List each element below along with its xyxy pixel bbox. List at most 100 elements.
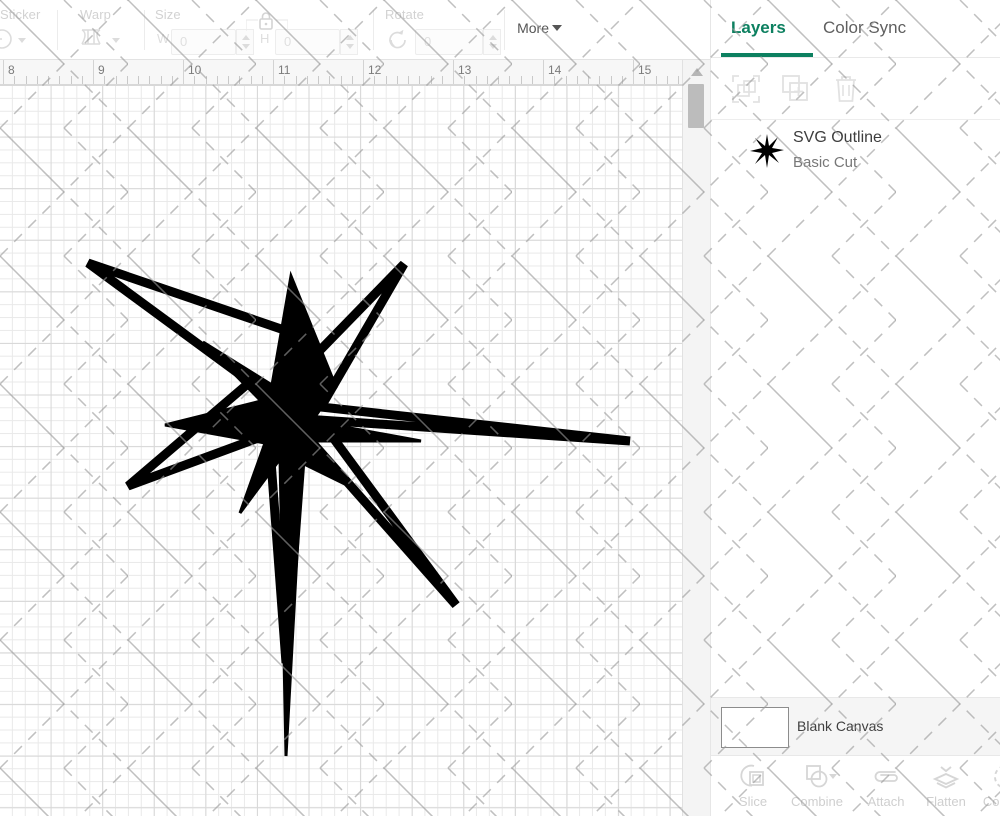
rotate-label: Rotate [385, 7, 424, 22]
flatten-button[interactable]: Flatten [915, 762, 977, 816]
ruler-minor-tick [26, 76, 27, 84]
ruler-minor-tick [386, 76, 387, 84]
sticker-label: Sticker [0, 7, 40, 22]
ruler-major-tick [273, 60, 274, 85]
ruler-label: 14 [548, 63, 561, 77]
ruler-major-tick [3, 60, 4, 85]
width-axis-label: W [157, 31, 169, 46]
combine-button[interactable]: Combine [781, 762, 853, 816]
ruler-label: 9 [98, 63, 105, 77]
ruler-minor-tick [431, 76, 432, 84]
active-tab-indicator [721, 53, 813, 57]
warp-icon [78, 26, 108, 55]
attach-button[interactable]: Attach [857, 762, 915, 816]
height-input[interactable]: 0 [275, 29, 340, 55]
ruler-minor-tick [14, 76, 15, 84]
ruler-minor-tick [374, 76, 375, 84]
ruler-minor-tick [678, 76, 679, 84]
canvas-vertical-scrollbar[interactable] [682, 60, 710, 816]
ruler-minor-tick [554, 76, 555, 84]
ruler-minor-tick [599, 76, 600, 84]
combine-icon [802, 762, 832, 797]
contour-icon [991, 762, 1000, 797]
height-axis-label: H [260, 31, 269, 46]
panel-tab-bar: Layers Color Sync [711, 0, 1000, 58]
ruler-minor-tick [442, 76, 443, 84]
toolbar-divider [144, 10, 145, 50]
tab-layers[interactable]: Layers [731, 18, 786, 38]
ruler-label: 8 [8, 63, 15, 77]
ruler-minor-tick [48, 76, 49, 84]
ruler-minor-tick [206, 76, 207, 84]
chevron-down-icon[interactable] [18, 38, 26, 43]
warp-label: Warp [80, 7, 111, 22]
ruler-minor-tick [476, 76, 477, 84]
ruler-minor-tick [611, 76, 612, 84]
artwork-star-burst[interactable] [0, 85, 682, 816]
width-value: 0 [180, 34, 187, 49]
rotate-input[interactable]: 0 [415, 29, 483, 55]
horizontal-ruler: 89101112131415 [0, 60, 682, 85]
ruler-minor-tick [656, 76, 657, 84]
design-canvas[interactable] [0, 85, 682, 816]
caret-up-icon[interactable] [691, 68, 703, 76]
height-stepper[interactable] [340, 29, 358, 55]
scrollbar-thumb[interactable] [688, 84, 704, 128]
ruler-minor-tick [296, 76, 297, 84]
more-button[interactable]: More [517, 20, 562, 36]
ruler-minor-tick [588, 76, 589, 84]
ruler-minor-tick [149, 76, 150, 84]
ruler-minor-tick [251, 76, 252, 84]
duplicate-icon[interactable] [779, 72, 813, 106]
toolbar-divider [504, 10, 505, 50]
toolbar-group-sticker[interactable]: Sticker [0, 0, 78, 60]
ruler-minor-tick [532, 76, 533, 84]
ruler-label: 12 [368, 63, 381, 77]
layer-item-svg-outline[interactable]: SVG Outline Basic Cut [711, 121, 1000, 183]
ruler-minor-tick [644, 76, 645, 84]
star-burst-thumb [749, 133, 785, 169]
chevron-down-icon[interactable] [112, 38, 120, 43]
ruler-major-tick [363, 60, 364, 85]
contour-button[interactable]: Contour [977, 762, 1000, 816]
toolbar-divider [373, 10, 374, 50]
ruler-minor-tick [59, 76, 60, 84]
chevron-down-icon[interactable] [829, 774, 837, 779]
slice-button[interactable]: Slice [725, 762, 781, 816]
attach-label: Attach [868, 794, 905, 809]
ruler-minor-tick [341, 76, 342, 84]
more-label: More [517, 20, 549, 36]
ruler-minor-tick [566, 76, 567, 84]
ruler-minor-tick [116, 76, 117, 84]
rotate-icon[interactable] [385, 27, 411, 58]
ruler-minor-tick [104, 76, 105, 84]
blank-canvas-thumb [721, 707, 789, 748]
ruler-minor-tick [228, 76, 229, 84]
width-input[interactable]: 0 [171, 29, 236, 55]
tab-color-sync[interactable]: Color Sync [823, 18, 906, 38]
combine-label: Combine [791, 794, 843, 809]
ruler-major-tick [183, 60, 184, 85]
slice-label: Slice [739, 794, 767, 809]
ruler-label: 13 [458, 63, 471, 77]
ruler-minor-tick [161, 76, 162, 84]
ruler-minor-tick [464, 76, 465, 84]
ruler-minor-tick [521, 76, 522, 84]
blank-canvas-row[interactable]: Blank Canvas [711, 697, 1000, 755]
contour-label: Contour [983, 794, 1000, 809]
ruler-minor-tick [284, 76, 285, 84]
design-space-window: Sticker Warp Size W 0 [0, 0, 1000, 816]
group-icon[interactable] [729, 72, 763, 106]
ruler-label: 15 [638, 63, 651, 77]
ruler-minor-tick [172, 76, 173, 84]
toolbar-group-warp[interactable]: Warp [76, 0, 142, 60]
delete-icon[interactable] [829, 72, 863, 106]
rotate-stepper[interactable] [483, 29, 501, 55]
ruler-minor-tick [37, 76, 38, 84]
ruler-minor-tick [71, 76, 72, 84]
ruler-minor-tick [509, 76, 510, 84]
toolbar-group-rotate: Rotate 0 [385, 0, 495, 60]
height-value: 0 [284, 34, 291, 49]
ruler-minor-tick [262, 76, 263, 84]
ruler-minor-tick [577, 76, 578, 84]
